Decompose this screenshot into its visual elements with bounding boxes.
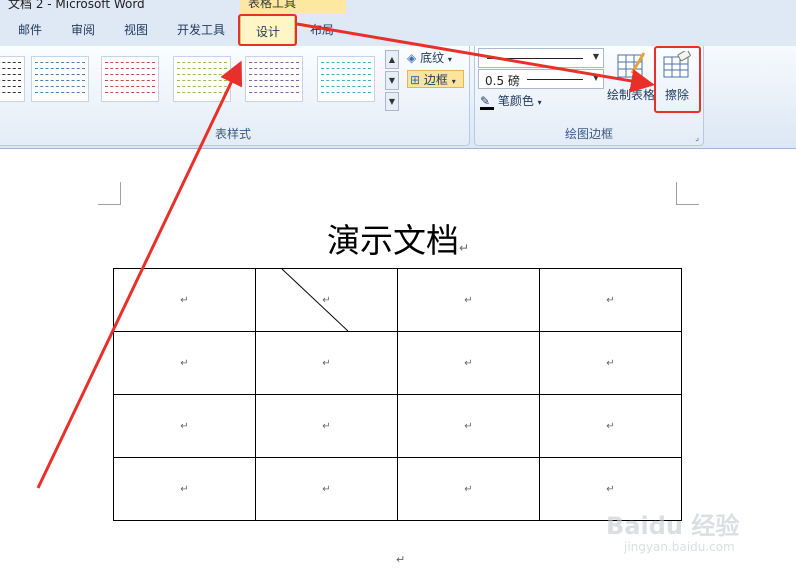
arrow-to-eraser (296, 22, 655, 93)
arrow-to-design-tab (36, 60, 243, 489)
annotation-arrows (36, 22, 655, 489)
